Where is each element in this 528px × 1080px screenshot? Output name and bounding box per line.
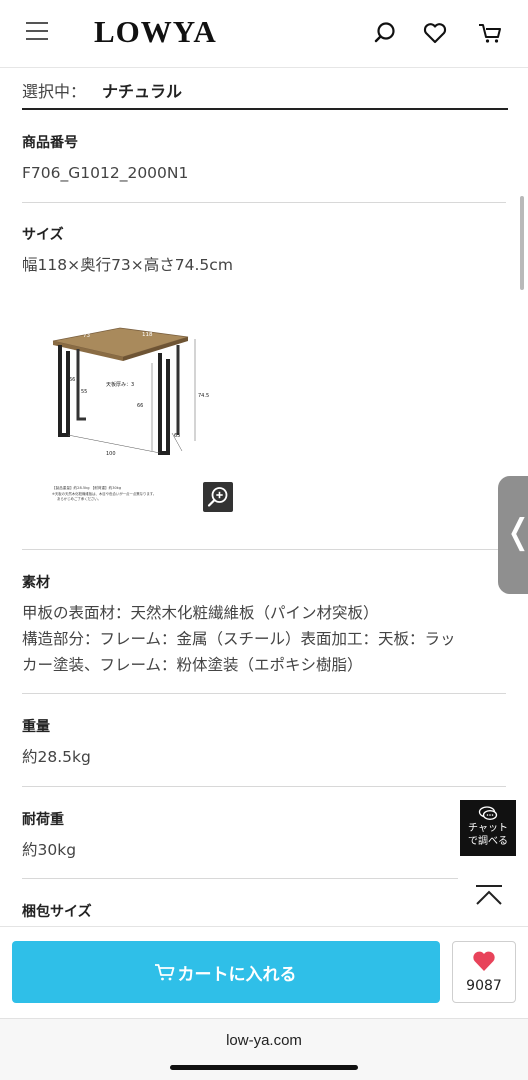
dim-label-66b: 66 (137, 403, 143, 409)
diagram-note: 【製品重量】約28.5kg 【耐荷重】約30kg (52, 485, 121, 490)
dim-label-73: 73 (83, 333, 90, 339)
scrollbar[interactable] (520, 196, 524, 290)
spec-title: 素材 (22, 575, 50, 591)
spec-value: 約30kg (22, 841, 77, 859)
side-drawer-tab[interactable]: ❬ (498, 476, 528, 594)
spec-title: 耐荷重 (22, 812, 64, 828)
spec-value: 約28.5kg (22, 748, 91, 766)
spec-product-number: 商品番号 F706_G1012_2000N1 (22, 132, 506, 186)
zoom-in-icon (207, 487, 228, 507)
spec-title: 梱包サイズ (22, 904, 92, 920)
menu-icon[interactable] (26, 22, 48, 40)
material-line-2: 構造部分：フレーム：金属（スチール）表面加工：天板：ラッ (22, 630, 456, 648)
favorite-button[interactable]: 9087 (452, 941, 516, 1003)
dim-label-745: 74.5 (198, 393, 209, 399)
dim-label-100: 100 (106, 451, 116, 457)
spec-load-capacity: 耐荷重 約30kg (22, 809, 506, 863)
chat-label-line2: で調べる (468, 836, 508, 847)
leg-back-left (76, 349, 86, 421)
spec-value: 甲板の表面材：天然木化粧繊維板（パイン材突板） 構造部分：フレーム：金属（スチー… (22, 600, 506, 678)
divider (22, 549, 506, 550)
chat-label-line1: チャット (468, 823, 508, 834)
site-header: LOWYA (0, 0, 528, 68)
dim-label-55: 55 (81, 389, 87, 395)
site-logo[interactable]: LOWYA (94, 14, 217, 50)
spec-weight: 重量 約28.5kg (22, 716, 506, 770)
spec-size: サイズ 幅118×奥行73×高さ74.5cm (22, 224, 506, 278)
material-line-3: カー塗装、フレーム：粉体塗装（エポキシ樹脂） (22, 656, 363, 674)
heart-filled-icon (473, 951, 495, 971)
cart-icon[interactable] (477, 20, 503, 46)
home-indicator (170, 1065, 358, 1070)
dim-label-65: 65 (174, 433, 180, 439)
spec-value: 幅118×奥行73×高さ74.5cm (22, 256, 233, 274)
chat-button[interactable]: チャット で調べる (460, 800, 516, 856)
leg-front-right (158, 353, 170, 455)
spec-title: 商品番号 (22, 135, 78, 151)
selected-value: ナチュラル (102, 82, 183, 101)
divider (22, 786, 506, 787)
tabletop (52, 327, 189, 358)
spec-package-size: 梱包サイズ (22, 901, 506, 921)
url-text[interactable]: low-ya.com (0, 1032, 528, 1049)
add-to-cart-button[interactable]: カートに入れる (12, 941, 440, 1003)
divider (22, 878, 458, 879)
back-to-top-icon[interactable] (474, 884, 504, 908)
spec-value: F706_G1012_2000N1 (22, 164, 189, 182)
diagram-note: ※天板の天然木化粧繊維板は、木目や色合いが一点一点異なります。 (52, 491, 156, 496)
diagram-note: あらかじめご了承ください。 (57, 496, 101, 501)
dim-label-66a: 66 (69, 377, 75, 383)
chevron-left-icon: ❬ (504, 512, 528, 552)
spec-title: サイズ (22, 227, 64, 243)
selected-option-row: 選択中： ナチュラル (22, 72, 508, 110)
spec-material: 素材 甲板の表面材：天然木化粧繊維板（パイン材突板） 構造部分：フレーム：金属（… (22, 572, 506, 678)
divider (22, 202, 506, 203)
dim-label-thickness: 天板厚み：3 (106, 381, 134, 388)
bottom-action-bar: カートに入れる 9087 (0, 926, 528, 1018)
search-icon[interactable] (372, 20, 398, 46)
chat-bubble-icon (478, 806, 498, 820)
material-line-1: 甲板の表面材：天然木化粧繊維板（パイン材突板） (22, 604, 379, 622)
dim-label-118: 118 (142, 332, 153, 338)
spec-title: 重量 (22, 719, 50, 735)
selected-label: 選択中： (22, 82, 87, 101)
leg-front-left (58, 345, 70, 437)
browser-url-bar: low-ya.com (0, 1018, 528, 1080)
divider (22, 693, 506, 694)
heart-icon[interactable] (422, 20, 448, 46)
zoom-button[interactable] (203, 482, 233, 512)
favorite-count: 9087 (466, 978, 502, 994)
add-to-cart-label: カートに入れる (177, 965, 297, 985)
